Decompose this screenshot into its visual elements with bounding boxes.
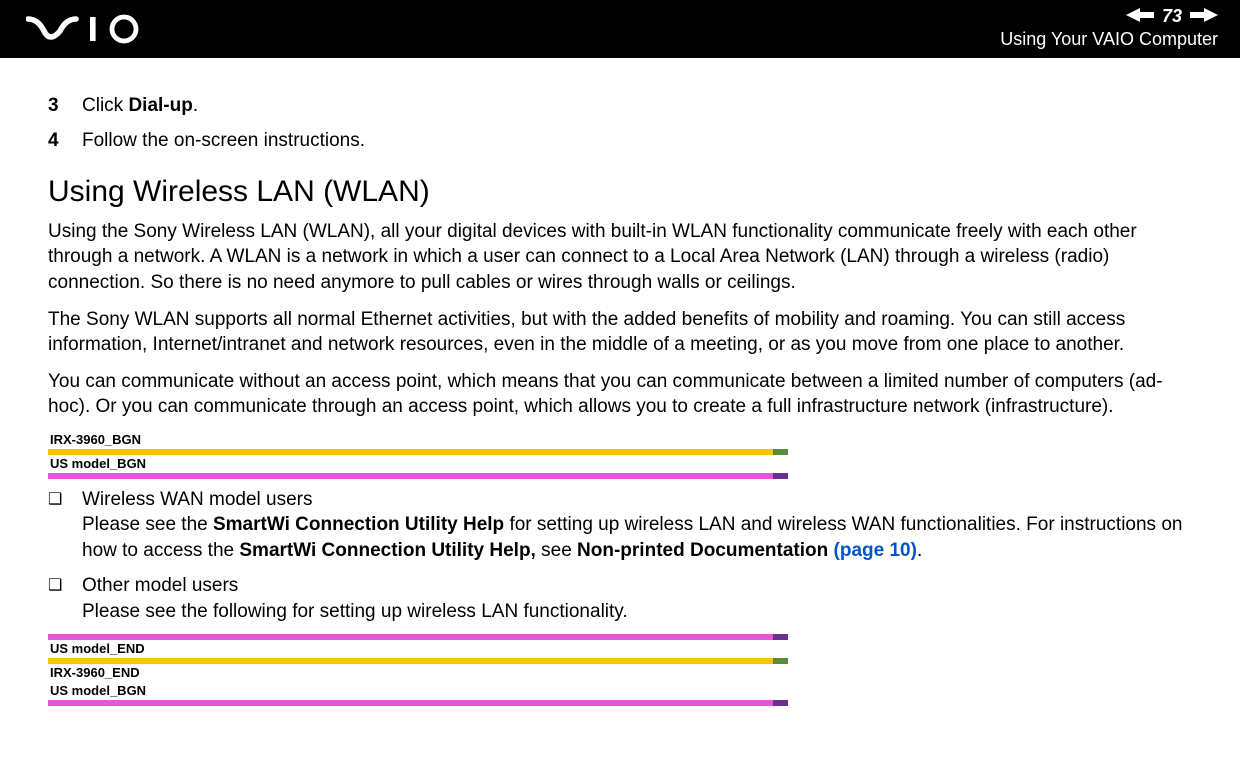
tag-label: IRX-3960_BGN <box>48 431 1192 449</box>
nav-prev-icon[interactable] <box>1126 6 1154 27</box>
tag-block-bottom: US model_END IRX-3960_END US model_BGN <box>48 634 1192 706</box>
step-text: Follow the on-screen instructions. <box>82 129 365 154</box>
tag-label: US model_BGN <box>48 682 1192 700</box>
vaio-logo-svg <box>26 14 166 44</box>
page-header: 73 Using Your VAIO Computer <box>0 0 1240 58</box>
step-number: 3 <box>48 94 62 119</box>
paragraph: The Sony WLAN supports all normal Ethern… <box>48 307 1192 357</box>
tag-label: US model_END <box>48 640 1192 658</box>
bullet-title: Wireless WAN model users <box>82 489 313 510</box>
header-right: 73 Using Your VAIO Computer <box>1000 6 1218 50</box>
bullet-body: Other model users Please see the followi… <box>82 573 1192 624</box>
step-item: 3 Click Dial-up. <box>48 94 1192 119</box>
page-content: 3 Click Dial-up. 4 Follow the on-screen … <box>0 58 1240 718</box>
separator-bar-magenta <box>48 473 788 479</box>
list-item: ❑ Other model users Please see the follo… <box>48 573 1192 624</box>
section-heading: Using Wireless LAN (WLAN) <box>48 175 1192 209</box>
page-link[interactable]: (page 10) <box>834 540 917 561</box>
tag-label: IRX-3960_END <box>48 664 1192 682</box>
page-nav: 73 <box>1000 6 1218 27</box>
bullet-marker-icon: ❑ <box>48 487 64 563</box>
bullet-list: ❑ Wireless WAN model users Please see th… <box>48 487 1192 624</box>
header-title: Using Your VAIO Computer <box>1000 29 1218 50</box>
paragraph: You can communicate without an access po… <box>48 369 1192 419</box>
step-item: 4 Follow the on-screen instructions. <box>48 129 1192 154</box>
tag-block-top: IRX-3960_BGN US model_BGN <box>48 431 1192 479</box>
bullet-marker-icon: ❑ <box>48 573 64 624</box>
paragraph: Using the Sony Wireless LAN (WLAN), all … <box>48 219 1192 294</box>
vaio-logo <box>26 14 166 44</box>
bullet-body: Wireless WAN model users Please see the … <box>82 487 1192 563</box>
step-number: 4 <box>48 129 62 154</box>
nav-next-icon[interactable] <box>1190 6 1218 27</box>
tag-label: US model_BGN <box>48 455 1192 473</box>
list-item: ❑ Wireless WAN model users Please see th… <box>48 487 1192 563</box>
page-number: 73 <box>1162 6 1182 27</box>
step-list: 3 Click Dial-up. 4 Follow the on-screen … <box>48 94 1192 153</box>
bullet-title: Other model users <box>82 575 238 596</box>
separator-bar-magenta <box>48 700 788 706</box>
step-text: Click Dial-up. <box>82 94 198 119</box>
